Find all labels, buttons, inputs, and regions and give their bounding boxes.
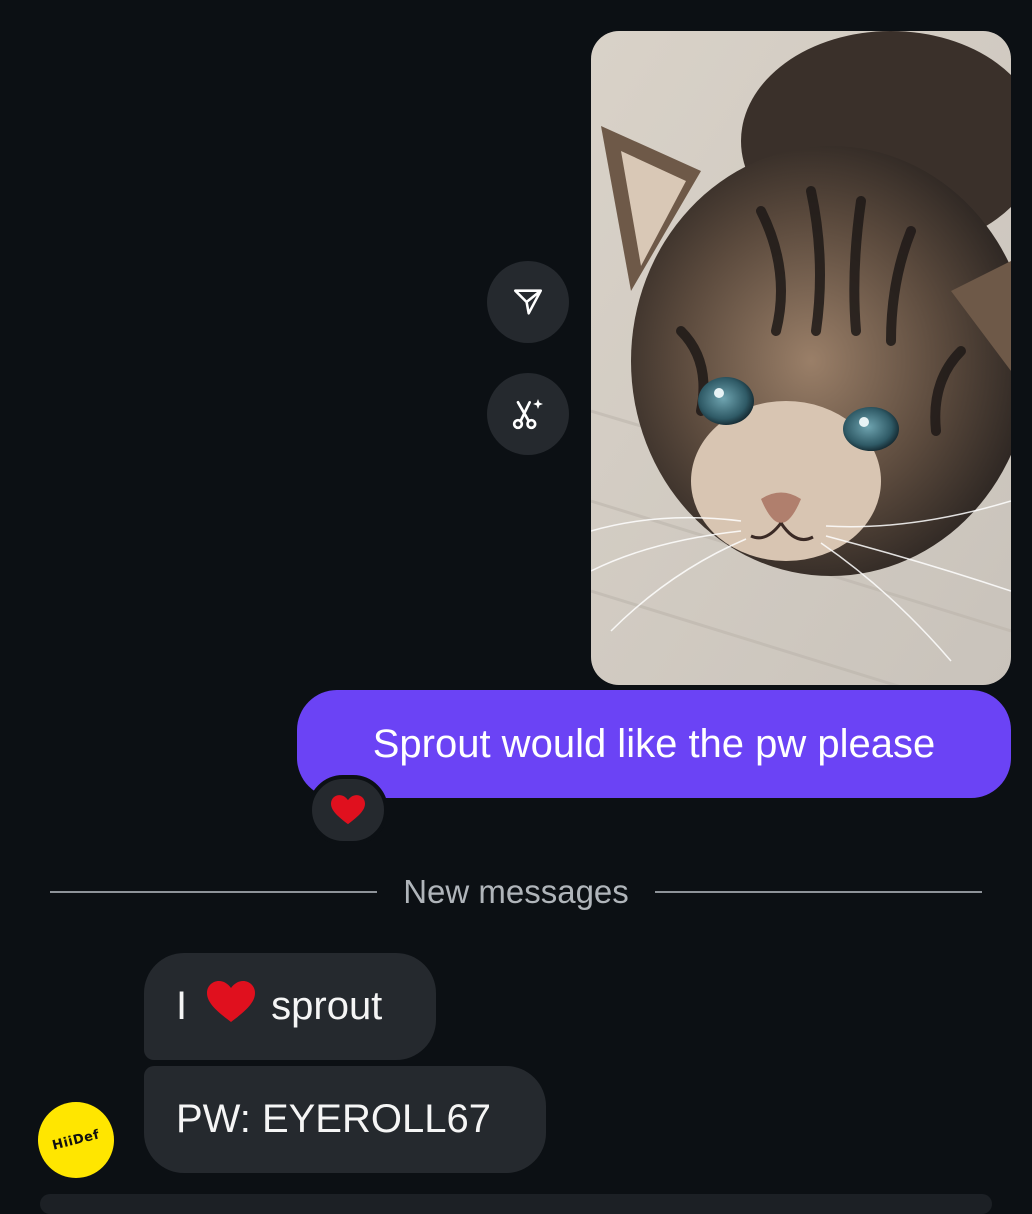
divider-line-right (654, 891, 982, 893)
avatar-logo-text: HiiDef (50, 1126, 102, 1154)
message-composer-edge (40, 1194, 992, 1214)
sent-photo-kitten[interactable] (591, 31, 1011, 685)
sent-message-text: Sprout would like the pw please (372, 721, 936, 766)
paper-plane-icon (513, 289, 543, 315)
sent-message-bubble[interactable]: Sprout would like the pw please (297, 690, 1011, 798)
remix-button[interactable] (487, 373, 569, 455)
received-message-text: PW: EYEROLL67 (176, 1097, 491, 1141)
scissors-sparkle-icon (512, 399, 543, 430)
share-button[interactable] (487, 261, 569, 343)
heart-icon (331, 795, 365, 825)
sender-avatar[interactable]: HiiDef (38, 1102, 114, 1178)
divider-label: New messages (403, 873, 629, 910)
divider-line-left (50, 891, 378, 893)
received-message-prefix: I (176, 984, 188, 1028)
kitten-image (591, 31, 1011, 685)
received-message-bubble[interactable]: I sprout (144, 953, 436, 1060)
received-message-bubble[interactable]: PW: EYEROLL67 (144, 1066, 546, 1173)
received-message-suffix: sprout (271, 984, 383, 1028)
new-messages-divider: New messages (50, 870, 982, 914)
heart-emoji-icon (207, 980, 256, 1034)
message-reaction[interactable] (308, 775, 388, 845)
